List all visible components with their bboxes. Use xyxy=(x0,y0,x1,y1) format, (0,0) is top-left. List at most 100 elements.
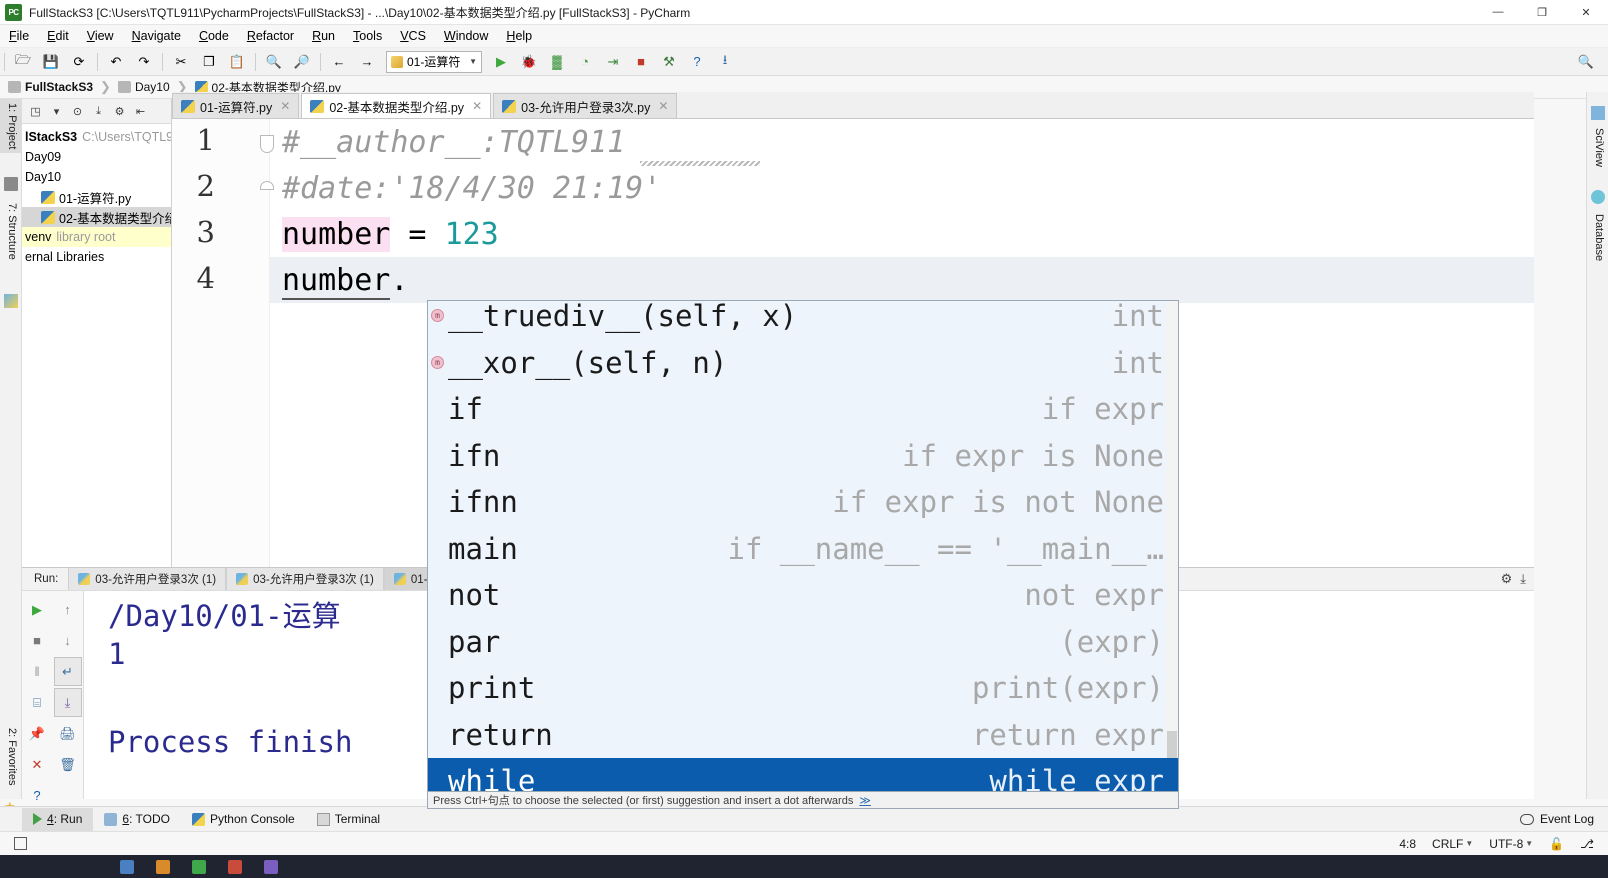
vcs-update-icon[interactable]: ⭳ xyxy=(712,50,738,74)
menu-item-refactor[interactable]: Refactor xyxy=(238,26,303,47)
editor-tab-2[interactable]: 03-允许用户登录3次.py ✕ xyxy=(493,93,678,118)
forward-icon[interactable]: → xyxy=(354,50,380,74)
run-coverage-icon[interactable]: ▓ xyxy=(544,50,570,74)
completion-item-main[interactable]: main if __name__ == '__main__… xyxy=(428,526,1178,573)
scroll-up-icon[interactable]: ↑ xyxy=(54,595,82,624)
tree-item[interactable]: 01-运算符.py xyxy=(22,187,171,207)
profile-icon[interactable]: ◔ xyxy=(572,50,598,74)
find-icon[interactable]: 🔍 xyxy=(261,50,287,74)
caret-position[interactable]: 4:8 xyxy=(1399,837,1416,851)
completion-hint-expand-icon[interactable]: ≫ xyxy=(859,794,871,807)
debug-icon[interactable]: 🐞 xyxy=(516,50,542,74)
scroll-to-end-icon[interactable]: ⤓ xyxy=(53,688,82,717)
back-icon[interactable]: ← xyxy=(326,50,352,74)
project-panel-icon[interactable] xyxy=(4,177,18,191)
bottom-tab-0[interactable]: 4: Run xyxy=(22,807,94,831)
copy-icon[interactable]: ❐ xyxy=(196,50,222,74)
lock-icon[interactable]: 🔓 xyxy=(1549,837,1564,851)
line-separator-indicator[interactable]: CRLF ▼ xyxy=(1432,837,1473,851)
print-icon[interactable]: 🖨 xyxy=(54,719,82,748)
tree-item[interactable]: 02-基本数据类型介绍.p xyxy=(22,207,171,227)
close-icon[interactable]: ✕ xyxy=(658,99,668,113)
hide-panel-icon[interactable]: ⤓ xyxy=(1520,571,1526,587)
close-icon[interactable]: ✕ xyxy=(472,99,482,113)
tree-item[interactable]: ernal Libraries xyxy=(22,247,171,267)
search-everywhere-icon[interactable]: 🔍 xyxy=(1573,50,1599,74)
structure-panel-icon[interactable] xyxy=(4,294,18,308)
completion-item-while[interactable]: while while expr xyxy=(428,758,1178,791)
menu-item-navigate[interactable]: Navigate xyxy=(123,26,190,47)
sidebar-item-favorites[interactable]: 2: Favorites xyxy=(0,724,22,789)
taskbar-app-icon[interactable] xyxy=(192,859,206,874)
completion-item-return[interactable]: return return expr xyxy=(428,712,1178,759)
event-log-button[interactable]: Event Log xyxy=(1519,812,1608,826)
soft-wrap-icon[interactable]: ↵ xyxy=(53,657,82,686)
attach-process-icon[interactable]: ⇥ xyxy=(600,50,626,74)
save-all-icon[interactable]: 💾 xyxy=(38,50,64,74)
pause-icon[interactable]: ‖ xyxy=(23,657,51,686)
sidebar-item-database[interactable]: Database xyxy=(1587,210,1608,265)
rerun-icon[interactable]: ▶ xyxy=(23,595,51,624)
completion-item-ifn[interactable]: ifn if expr is None xyxy=(428,433,1178,480)
menu-item-edit[interactable]: Edit xyxy=(38,26,78,47)
taskbar-app-icon[interactable] xyxy=(228,859,242,874)
close-button[interactable]: ✕ xyxy=(1564,0,1608,25)
tree-item[interactable]: Day09 xyxy=(22,147,171,167)
paste-icon[interactable]: 📋 xyxy=(224,50,250,74)
completion-item-print[interactable]: print print(expr) xyxy=(428,665,1178,712)
code-completion-popup[interactable]: m __truediv__(self, x) int m __xor__(self, n… xyxy=(427,300,1179,792)
show-console-icon[interactable]: ⌸ xyxy=(23,688,51,717)
menu-item-tools[interactable]: Tools xyxy=(344,26,391,47)
help-icon[interactable]: ? xyxy=(684,50,710,74)
clear-all-icon[interactable]: 🗑 xyxy=(54,750,82,779)
scroll-down-icon[interactable]: ↓ xyxy=(54,626,82,655)
bottom-tab-3[interactable]: Terminal xyxy=(306,808,391,831)
tree-item[interactable]: Day10 xyxy=(22,167,171,187)
stop-icon[interactable]: ■ xyxy=(23,626,51,655)
tree-item[interactable]: lStackS3 C:\Users\TQTL9 xyxy=(22,127,171,147)
completion-item-truedivselfx[interactable]: m __truediv__(self, x) int xyxy=(428,301,1178,340)
menu-item-run[interactable]: Run xyxy=(303,26,344,47)
replace-icon[interactable]: 🔎 xyxy=(289,50,315,74)
close-tab-icon[interactable]: ✕ xyxy=(23,750,51,779)
encoding-indicator[interactable]: UTF-8 ▼ xyxy=(1489,837,1533,851)
collapse-all-icon[interactable]: ⤓ xyxy=(88,101,109,121)
tree-item[interactable]: venv library root xyxy=(22,227,171,247)
sidebar-item-sciview[interactable]: SciView xyxy=(1587,124,1608,171)
editor-tab-0[interactable]: 01-运算符.py ✕ xyxy=(172,93,300,118)
settings-wrench-icon[interactable]: ⚒ xyxy=(656,50,682,74)
dropdown-icon[interactable]: ▾ xyxy=(46,101,67,121)
hide-panel-icon[interactable]: ⇤ xyxy=(130,101,151,121)
collapse-scope-icon[interactable]: ⊙ xyxy=(67,101,88,121)
completion-item-xorselfn[interactable]: m __xor__(self, n) int xyxy=(428,340,1178,387)
sidebar-item-structure[interactable]: 7: Structure xyxy=(0,199,22,264)
menu-item-file[interactable]: File xyxy=(0,26,38,47)
run-tab-1[interactable]: 03-允许用户登录3次 (1) xyxy=(226,568,384,590)
select-opened-file-icon[interactable]: ◳ xyxy=(25,101,46,121)
menu-item-window[interactable]: Window xyxy=(435,26,497,47)
run-icon[interactable]: ▶ xyxy=(488,50,514,74)
memory-indicator-icon[interactable] xyxy=(14,837,27,850)
menu-item-help[interactable]: Help xyxy=(497,26,541,47)
breadcrumb-item-0[interactable]: FullStackS3 xyxy=(8,80,93,94)
vcs-branch-icon[interactable]: ⎇ xyxy=(1580,837,1594,851)
run-tab-0[interactable]: 03-允许用户登录3次 (1) xyxy=(68,568,227,590)
taskbar-app-icon[interactable] xyxy=(120,859,134,874)
completion-item-not[interactable]: not not expr xyxy=(428,572,1178,619)
minimize-button[interactable]: — xyxy=(1476,0,1520,25)
sciview-icon[interactable] xyxy=(1591,106,1605,120)
editor-tab-1[interactable]: 02-基本数据类型介绍.py ✕ xyxy=(301,93,492,118)
open-folder-icon[interactable]: 🗁 xyxy=(10,50,36,74)
redo-icon[interactable]: ↷ xyxy=(131,50,157,74)
stop-icon[interactable]: ■ xyxy=(628,50,654,74)
sync-icon[interactable]: ⟳ xyxy=(66,50,92,74)
gear-icon[interactable]: ⚙ xyxy=(109,101,130,121)
undo-icon[interactable]: ↶ xyxy=(103,50,129,74)
bottom-tab-1[interactable]: 6: TODO xyxy=(93,808,181,831)
completion-item-par[interactable]: par (expr) xyxy=(428,619,1178,666)
close-icon[interactable]: ✕ xyxy=(280,99,290,113)
gear-icon[interactable]: ⚙ xyxy=(1501,571,1513,587)
completion-item-if[interactable]: if if expr xyxy=(428,386,1178,433)
menu-item-code[interactable]: Code xyxy=(190,26,238,47)
database-icon[interactable] xyxy=(1591,190,1605,204)
